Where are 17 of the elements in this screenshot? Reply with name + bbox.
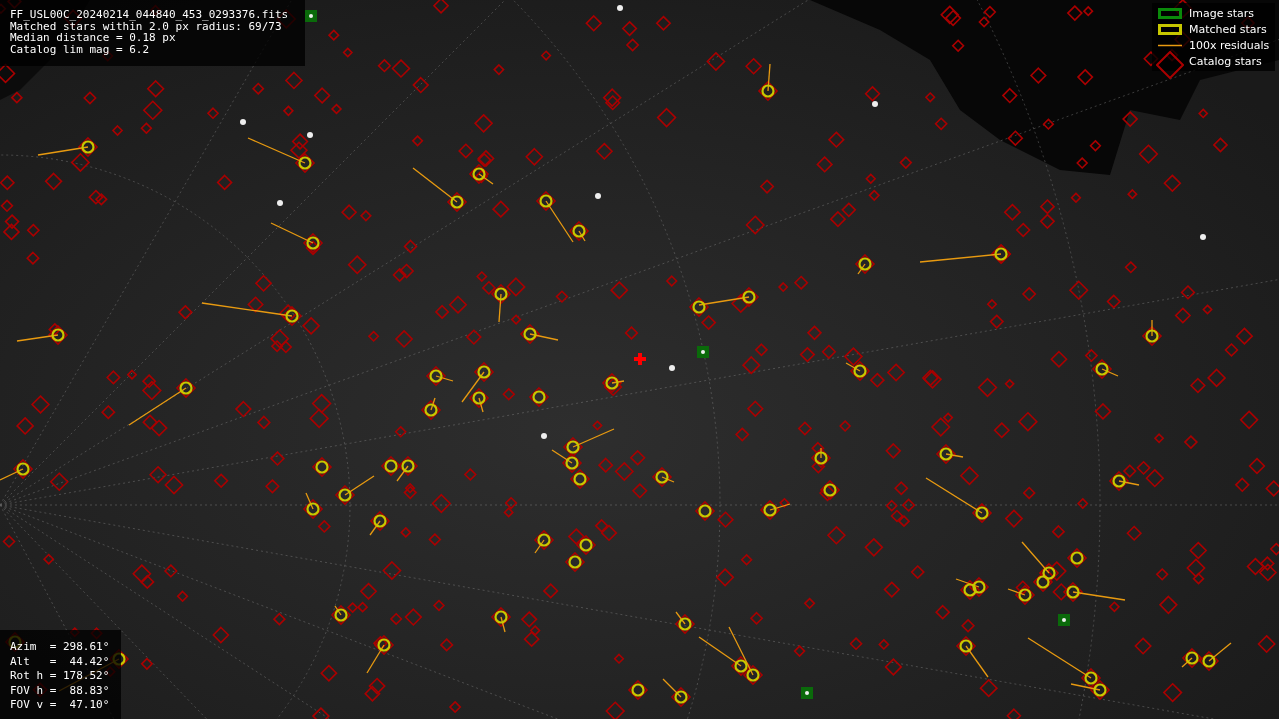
legend-rectangle-icon <box>1158 23 1182 35</box>
legend-rectangle-icon <box>1158 7 1182 19</box>
pointing-line: FOV h = 88.83° <box>10 684 111 697</box>
legend-label: Matched stars <box>1189 22 1267 36</box>
pointing-line: Rot h = 178.52° <box>10 670 111 683</box>
pointing-line: FOV v = 47.10° <box>10 699 111 712</box>
info-line: Median distance = 0.18 px <box>10 32 176 44</box>
legend-label: Image stars <box>1189 6 1254 20</box>
legend-diamond-icon <box>1156 51 1184 79</box>
pointing-line: Azim = 298.61° <box>10 641 111 654</box>
info-line: FF_USL00C_20240214_044840_453_0293376.fits <box>10 9 290 21</box>
pointing-line: Alt = 44.42° <box>10 655 111 668</box>
legend-label: Catalog stars <box>1189 54 1262 68</box>
info-line: Matched stars within 2.0 px radius: 69/73 <box>10 20 282 32</box>
legend-label: 100x residuals <box>1189 38 1270 52</box>
legend-line-icon <box>1158 43 1182 47</box>
info-line: Catalog lim mag = 6.2 <box>10 43 151 55</box>
